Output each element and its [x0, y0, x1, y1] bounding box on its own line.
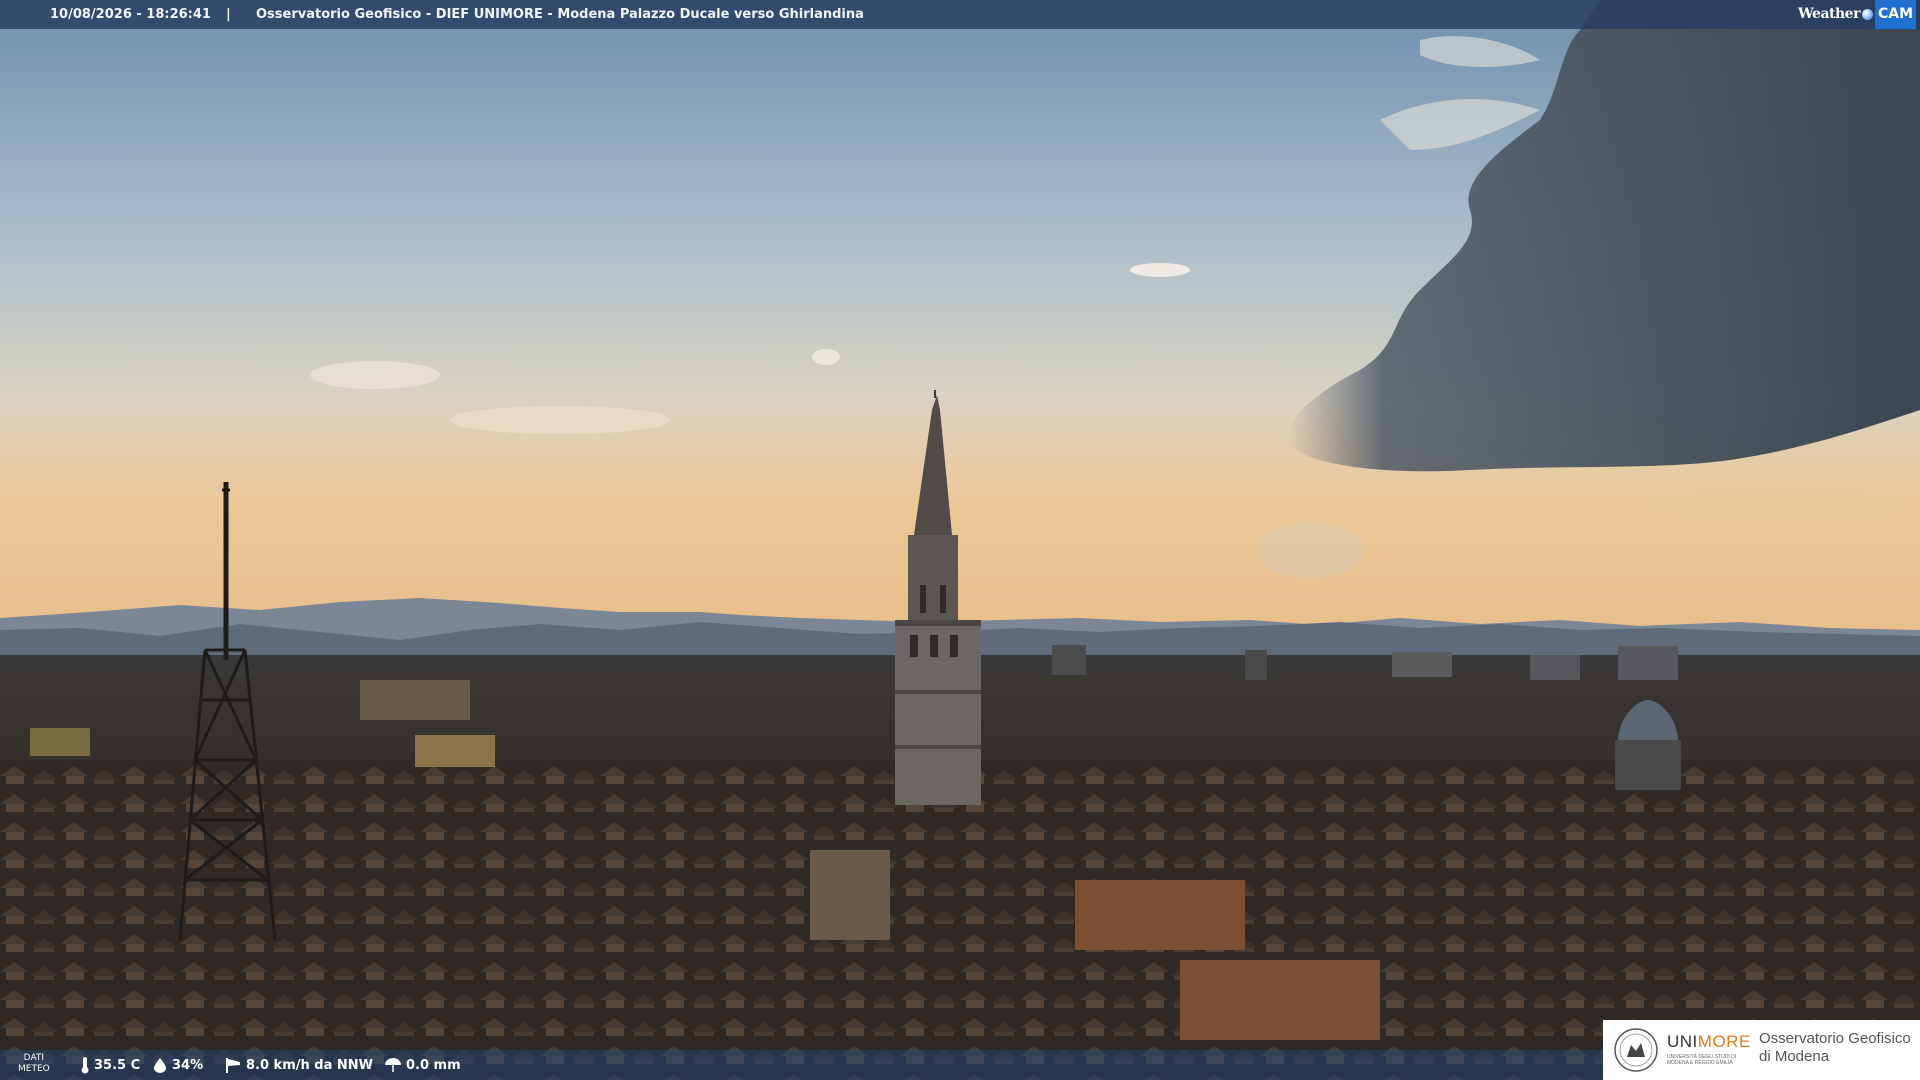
cloud: [310, 361, 440, 389]
building: [810, 850, 890, 940]
humidity-reading: 34%: [152, 1050, 203, 1080]
thermometer-icon: [81, 1057, 89, 1074]
building: [415, 735, 495, 767]
weathercam-cam-text: CAM: [1874, 0, 1916, 29]
temperature-value: 35.5 C: [94, 1057, 141, 1073]
cloud: [1650, 487, 1910, 523]
rain-reading: 0.0 mm: [384, 1050, 461, 1080]
timestamp: 10/08/2026 - 18:26:41: [50, 7, 211, 22]
rain-value: 0.0 mm: [406, 1057, 461, 1073]
dome-base: [1615, 740, 1681, 790]
unimore-part1: UNI: [1667, 1032, 1698, 1051]
globe-icon: [1861, 8, 1873, 20]
observatory-line1: Osservatorio Geofisico: [1759, 1030, 1911, 1047]
wind-value: 8.0 km/h da NNW: [246, 1057, 373, 1073]
header-bar: 10/08/2026 - 18:26:41 | Osservatorio Geo…: [0, 0, 1920, 29]
building: [1530, 655, 1580, 680]
meteo-label-line2: METEO: [18, 1064, 50, 1074]
building: [30, 728, 90, 756]
cloud: [450, 406, 670, 434]
observatory-name: Osservatorio Geofisico di Modena: [1759, 1030, 1919, 1066]
webcam-image: [0, 0, 1920, 1080]
camera-title: Osservatorio Geofisico - DIEF UNIMORE - …: [256, 7, 864, 22]
humidity-drop-icon: [154, 1058, 166, 1073]
building: [1075, 880, 1245, 950]
temperature-reading: 35.5 C: [80, 1050, 140, 1080]
cloud: [812, 349, 840, 365]
university-seal-icon: [1614, 1028, 1658, 1072]
building: [1245, 650, 1267, 680]
observatory-line2: di Modena: [1759, 1048, 1830, 1065]
meteo-label-line1: DATI: [23, 1053, 45, 1063]
umbrella-icon: [385, 1058, 401, 1072]
wind-reading: 8.0 km/h da NNW: [224, 1050, 373, 1080]
observatory-logo: UNIMORE UNIVERSITÀ DEGLI STUDI DI MODENA…: [1603, 1020, 1920, 1080]
meteo-label: DATI METEO: [18, 1053, 50, 1075]
unimore-wordmark: UNIMORE: [1667, 1032, 1751, 1052]
building: [1618, 646, 1678, 680]
building: [1180, 960, 1380, 1040]
building: [360, 680, 470, 720]
building: [1052, 645, 1086, 675]
meteo-bar: DATI METEO 35.5 C 34% 8.0 km/h da NNW 0.…: [0, 1050, 1603, 1080]
weathercam-logo: Weather CAM: [1798, 0, 1916, 29]
humidity-value: 34%: [172, 1057, 204, 1073]
weathercam-weather-text: Weather: [1797, 5, 1861, 22]
unimore-subtitle: UNIVERSITÀ DEGLI STUDI DI MODENA E REGGI…: [1667, 1054, 1737, 1066]
cloud: [1130, 263, 1190, 277]
header-separator: |: [226, 7, 231, 22]
cloud: [1255, 522, 1365, 578]
unimore-part2: MORE: [1697, 1032, 1751, 1051]
building: [1392, 652, 1452, 677]
wind-sock-icon: [226, 1058, 240, 1073]
